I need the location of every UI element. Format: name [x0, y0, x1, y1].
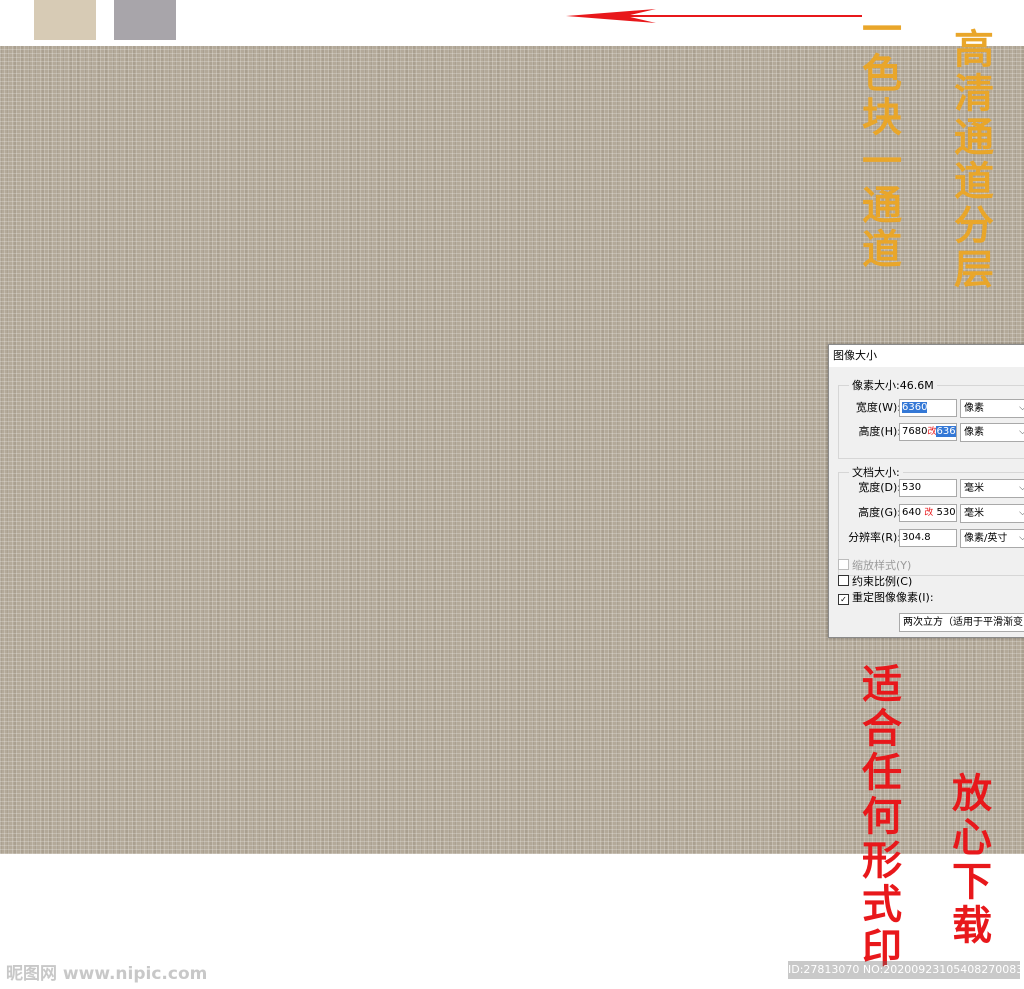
- annotation-hd-channel-layers: 高清通道分层: [947, 28, 994, 292]
- pixel-height-label: 高度(H):: [858, 425, 901, 438]
- chevron-down-icon: ⌵: [1019, 427, 1024, 437]
- doc-height-unit-select[interactable]: 毫米 ⌵: [960, 504, 1024, 523]
- doc-height-input[interactable]: 640 改 530: [899, 504, 957, 522]
- resolution-label: 分辨率(R):: [848, 531, 901, 544]
- annotation-one-block-one-channel: 一色块一通道: [855, 8, 902, 272]
- checkmark-icon: ✓: [838, 594, 849, 605]
- pixel-dimensions-group: 像素大小:46.6M: [838, 377, 1024, 459]
- annotation-suitable-any-print: 适合任何形式印: [855, 663, 902, 971]
- doc-width-row: 宽度(D): 530 毫米 ⌵: [829, 479, 1024, 498]
- pixel-height-row: 高度(H): 7680改6360 像素⌵: [829, 423, 1024, 442]
- pixel-width-input[interactable]: 6360: [899, 399, 957, 417]
- resolution-unit-select[interactable]: 像素/英寸 ⌵: [960, 529, 1024, 548]
- pixel-width-label: 宽度(W):: [855, 401, 901, 414]
- annotation-download-worry-free: 放心下载: [945, 772, 992, 948]
- pixel-height-unit-select[interactable]: 像素 ⌵: [960, 423, 1024, 442]
- chevron-down-icon: ⌵: [1019, 533, 1024, 543]
- site-watermark: 昵图网 www.nipic.com: [6, 964, 208, 984]
- resample-image-checkbox[interactable]: ✓ 重定图像像素(I):: [838, 591, 934, 605]
- scale-styles-checkbox[interactable]: 缩放样式(Y): [838, 559, 911, 573]
- color-swatch-gray: [114, 0, 176, 40]
- doc-height-row: 高度(G): 640 改 530 毫米 ⌵: [829, 504, 1024, 523]
- doc-width-label: 宽度(D):: [858, 481, 901, 494]
- dialog-title: 图像大小: [829, 345, 1024, 367]
- pixel-height-input[interactable]: 7680改6360: [899, 423, 957, 441]
- chevron-down-icon: ⌵: [1019, 403, 1024, 413]
- color-swatch-beige: [34, 0, 96, 40]
- pixel-width-row: 宽度(W): 6360 像素 ⌵: [829, 399, 1024, 418]
- resolution-row: 分辨率(R): 304.8 像素/英寸 ⌵: [829, 529, 1024, 548]
- doc-width-unit-select[interactable]: 毫米 ⌵: [960, 479, 1024, 498]
- resample-method-select[interactable]: 两次立方（适用于平滑渐变: [899, 613, 1024, 632]
- pixel-width-unit-select[interactable]: 像素 ⌵: [960, 399, 1024, 418]
- chevron-down-icon: ⌵: [1019, 483, 1024, 493]
- constrain-proportions-checkbox[interactable]: 约束比例(C): [838, 575, 912, 589]
- doc-width-input[interactable]: 530: [899, 479, 957, 497]
- doc-height-label: 高度(G):: [858, 506, 901, 519]
- document-size-label: 文档大小:: [849, 464, 903, 480]
- image-size-dialog: 图像大小 像素大小:46.6M 文档大小: 宽度(W): 6360 像素 ⌵ 高度…: [828, 344, 1024, 638]
- image-id-watermark: ID:27813070 NO:20200923105408270083: [788, 961, 1023, 979]
- chevron-down-icon: ⌵: [1019, 508, 1024, 518]
- resolution-input[interactable]: 304.8: [899, 529, 957, 547]
- left-arrow-icon: [566, 9, 862, 23]
- pixel-size-label: 像素大小:46.6M: [849, 377, 937, 393]
